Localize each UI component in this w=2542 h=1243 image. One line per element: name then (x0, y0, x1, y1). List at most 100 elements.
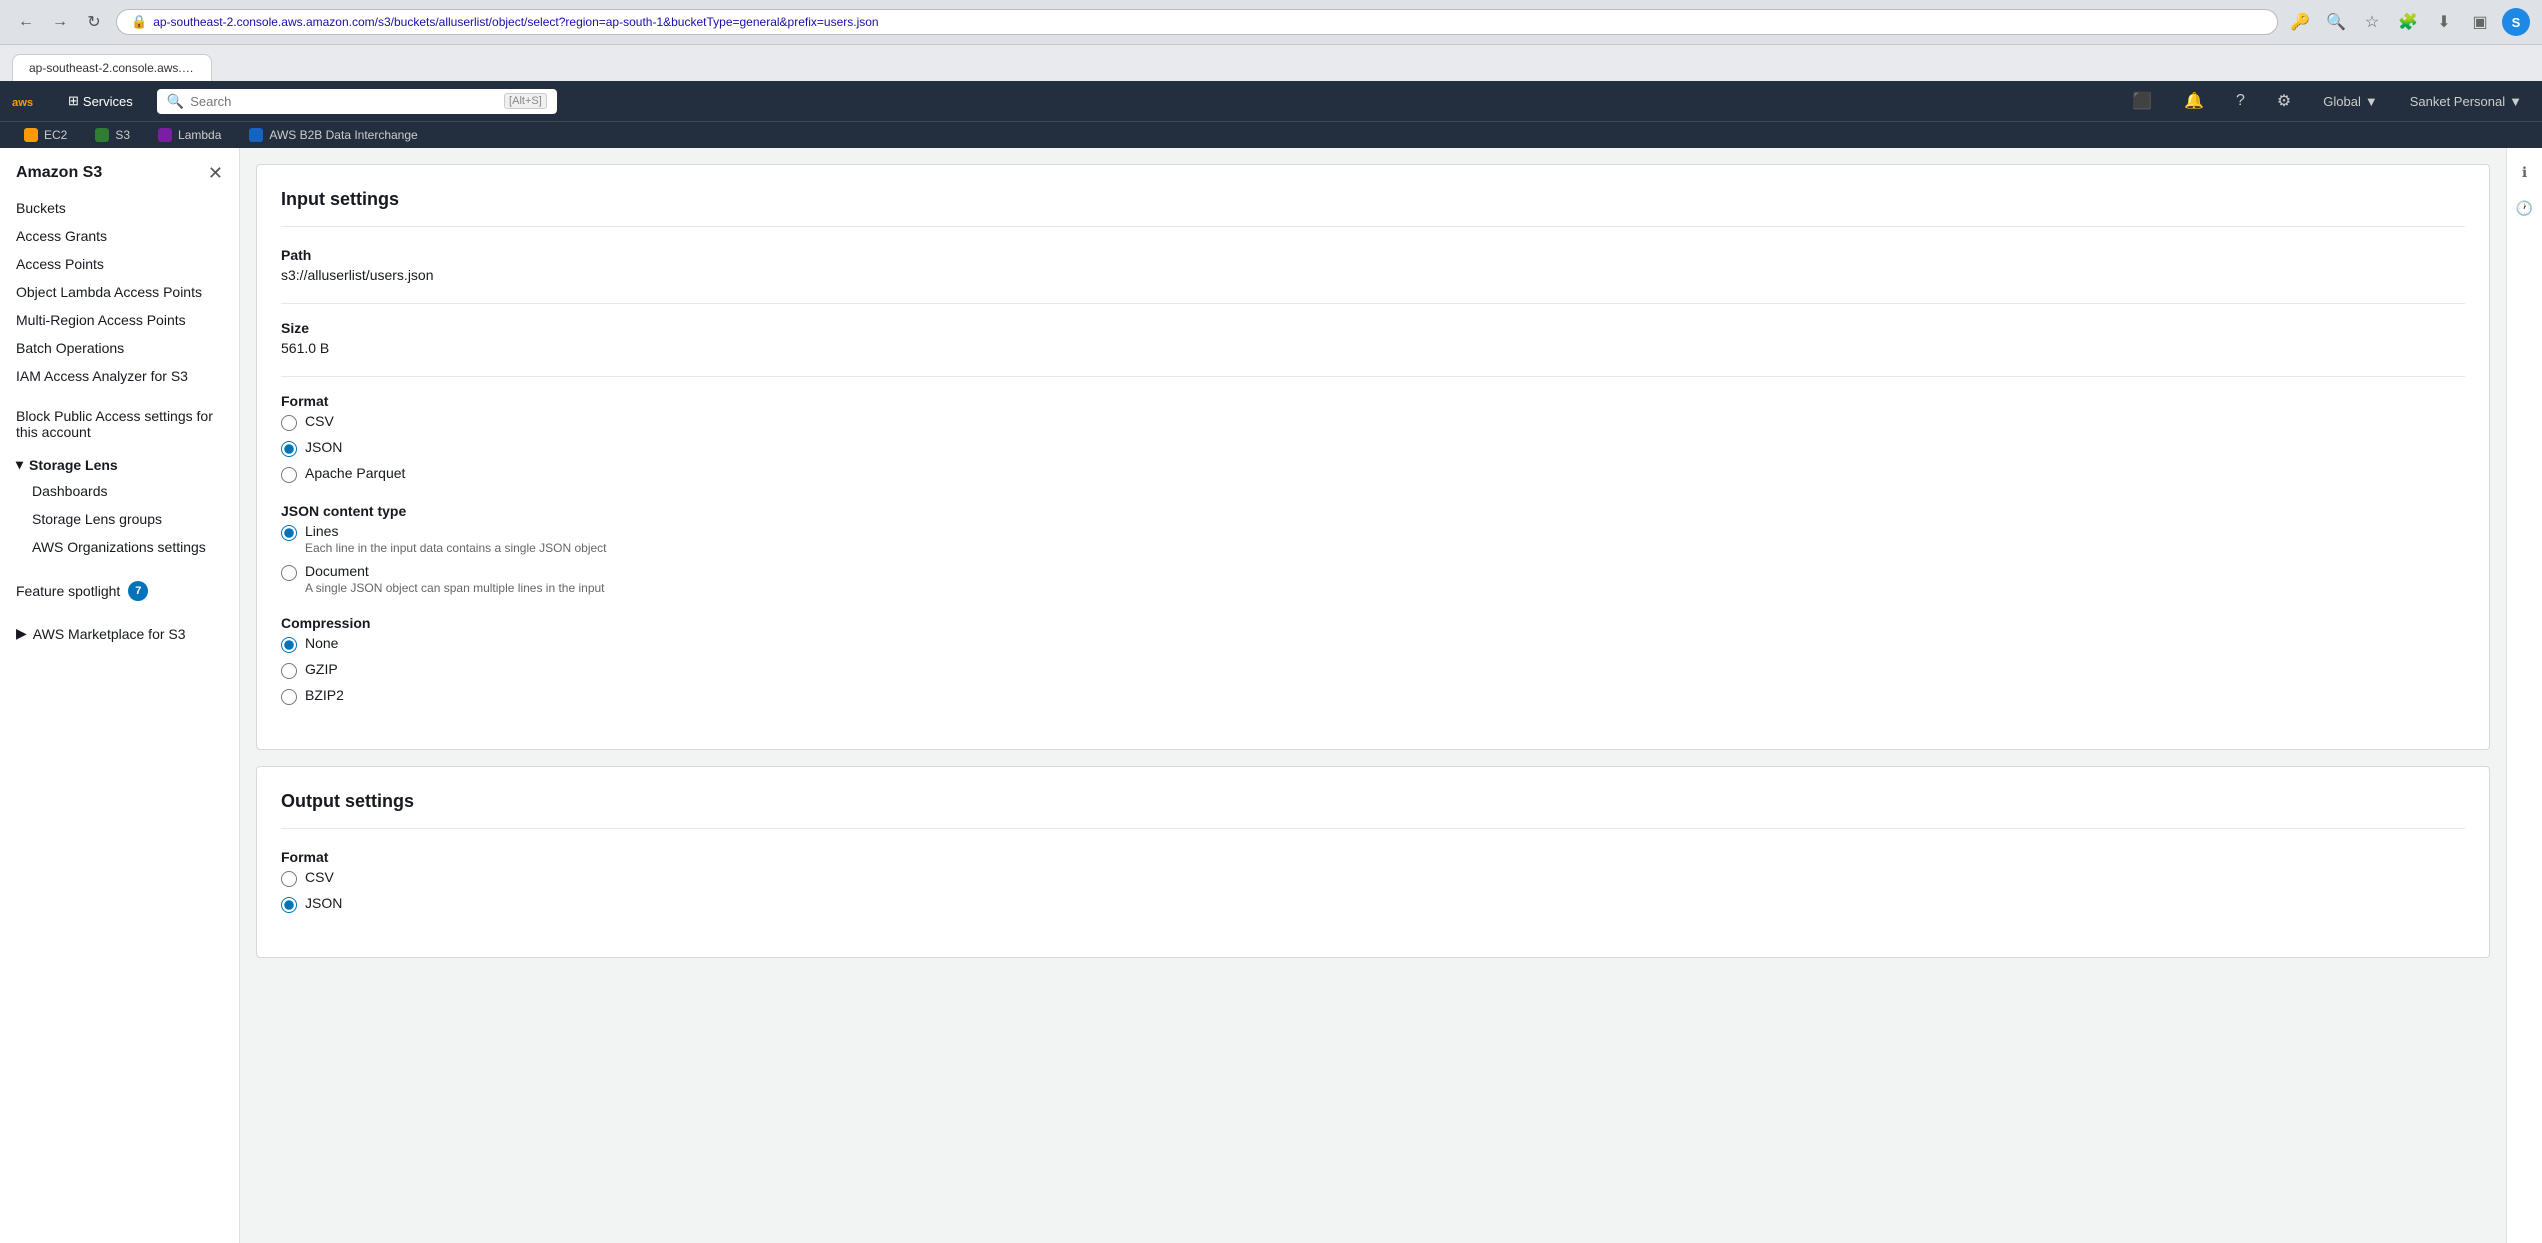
service-tab-ec2[interactable]: EC2 (12, 122, 79, 148)
url-bar[interactable]: 🔒 ap-southeast-2.console.aws.amazon.com/… (116, 9, 2278, 35)
extensions-icon[interactable]: 🧩 (2394, 8, 2422, 36)
json-content-type-label: JSON content type (281, 503, 2465, 519)
ec2-badge (24, 128, 38, 142)
zoom-icon[interactable]: 🔍 (2322, 8, 2350, 36)
sidebar-item-access-grants[interactable]: Access Grants (0, 222, 239, 250)
compression-none-option[interactable]: None (281, 635, 2465, 653)
region-label: Global (2323, 94, 2361, 109)
buckets-label: Buckets (16, 200, 66, 216)
format-json-option[interactable]: JSON (281, 439, 2465, 457)
notifications-icon[interactable]: 🔔 (2176, 87, 2212, 115)
sidebar-item-aws-org-settings[interactable]: AWS Organizations settings (0, 533, 239, 561)
sidebar-title: Amazon S3 (16, 164, 102, 182)
service-tabs-bar: EC2 S3 Lambda AWS B2B Data Interchange (0, 121, 2542, 148)
aws-marketplace-chevron: ▶ (16, 625, 27, 642)
compression-bzip2-option[interactable]: BZIP2 (281, 687, 2465, 705)
json-lines-label: Lines (305, 523, 607, 539)
url-text: ap-southeast-2.console.aws.amazon.com/s3… (153, 15, 2263, 29)
sidebar: Amazon S3 ✕ Buckets Access Grants Access… (0, 148, 240, 1243)
aws-logo: aws (12, 91, 44, 111)
search-shortcut: [Alt+S] (504, 93, 547, 109)
search-icon: 🔍 (167, 93, 184, 110)
output-json-option[interactable]: JSON (281, 895, 2465, 913)
json-lines-desc: Each line in the input data contains a s… (305, 541, 607, 555)
compression-bzip2-label: BZIP2 (305, 687, 344, 703)
access-grants-label: Access Grants (16, 228, 107, 244)
size-value: 561.0 B (281, 340, 2465, 356)
region-selector[interactable]: Global ▼ (2315, 90, 2385, 113)
refresh-button[interactable]: ↻ (80, 8, 108, 36)
format-csv-radio[interactable] (281, 415, 297, 431)
settings-icon[interactable]: ⚙ (2269, 87, 2299, 115)
search-bar[interactable]: 🔍 [Alt+S] (157, 89, 557, 114)
help-icon[interactable]: ? (2228, 88, 2253, 114)
sidebar-item-multi-region[interactable]: Multi-Region Access Points (0, 306, 239, 334)
compression-radio-group: None GZIP BZIP2 (281, 635, 2465, 705)
aws-top-nav: aws ⊞ Services 🔍 [Alt+S] ⬛ 🔔 ? ⚙ Global … (0, 81, 2542, 121)
sidebar-item-dashboards[interactable]: Dashboards (0, 477, 239, 505)
download-icon[interactable]: ⬇ (2430, 8, 2458, 36)
right-panel-icon-2[interactable]: 🕐 (2513, 196, 2537, 220)
output-csv-radio[interactable] (281, 871, 297, 887)
active-browser-tab[interactable]: ap-southeast-2.console.aws.amazon.co... (12, 54, 212, 81)
storage-lens-label: Storage Lens (29, 457, 118, 473)
compression-none-radio[interactable] (281, 637, 297, 653)
json-document-text: Document A single JSON object can span m… (305, 563, 605, 595)
compression-bzip2-radio[interactable] (281, 689, 297, 705)
compression-label: Compression (281, 615, 2465, 631)
json-document-radio[interactable] (281, 565, 297, 581)
output-csv-option[interactable]: CSV (281, 869, 2465, 887)
b2b-label: AWS B2B Data Interchange (269, 128, 417, 142)
cloudshell-icon[interactable]: ⬛ (2124, 87, 2160, 115)
format-field-group: Format CSV JSON Apache Parquet (281, 393, 2465, 483)
feature-spotlight[interactable]: Feature spotlight 7 (0, 573, 239, 609)
size-label: Size (281, 320, 2465, 336)
sidebar-item-block-public[interactable]: Block Public Access settings for this ac… (0, 402, 239, 446)
bookmark-icon[interactable]: ☆ (2358, 8, 2386, 36)
compression-none-label: None (305, 635, 338, 651)
json-lines-radio[interactable] (281, 525, 297, 541)
format-json-radio[interactable] (281, 441, 297, 457)
compression-gzip-option[interactable]: GZIP (281, 661, 2465, 679)
password-icon[interactable]: 🔑 (2286, 8, 2314, 36)
forward-button[interactable]: → (46, 8, 74, 36)
aws-logo-svg: aws (12, 91, 44, 111)
services-menu-button[interactable]: ⊞ Services (60, 89, 141, 113)
b2b-badge (249, 128, 263, 142)
lambda-label: Lambda (178, 128, 221, 142)
sidebar-item-access-points[interactable]: Access Points (0, 250, 239, 278)
search-input[interactable] (190, 94, 498, 109)
json-content-type-radio-group: Lines Each line in the input data contai… (281, 523, 2465, 595)
json-document-desc: A single JSON object can span multiple l… (305, 581, 605, 595)
json-document-option[interactable]: Document A single JSON object can span m… (281, 563, 2465, 595)
sidebar-item-iam-analyzer[interactable]: IAM Access Analyzer for S3 (0, 362, 239, 390)
service-tab-lambda[interactable]: Lambda (146, 122, 233, 148)
sidebar-item-batch-ops[interactable]: Batch Operations (0, 334, 239, 362)
sidebar-toggle-icon[interactable]: ▣ (2466, 8, 2494, 36)
format-csv-option[interactable]: CSV (281, 413, 2465, 431)
output-json-radio[interactable] (281, 897, 297, 913)
dashboards-label: Dashboards (32, 483, 108, 499)
storage-lens-chevron: ▾ (16, 456, 23, 473)
compression-field-group: Compression None GZIP BZIP2 (281, 615, 2465, 705)
format-parquet-radio[interactable] (281, 467, 297, 483)
sidebar-item-storage-lens-groups[interactable]: Storage Lens groups (0, 505, 239, 533)
right-panel-icon-1[interactable]: ℹ (2513, 160, 2537, 184)
sidebar-item-object-lambda[interactable]: Object Lambda Access Points (0, 278, 239, 306)
service-tab-b2b[interactable]: AWS B2B Data Interchange (237, 122, 429, 148)
sidebar-close-button[interactable]: ✕ (208, 164, 223, 182)
back-button[interactable]: ← (12, 8, 40, 36)
lambda-badge (158, 128, 172, 142)
json-lines-option[interactable]: Lines Each line in the input data contai… (281, 523, 2465, 555)
output-settings-card: Output settings Format CSV JSON (256, 766, 2490, 958)
format-parquet-option[interactable]: Apache Parquet (281, 465, 2465, 483)
chrome-user-avatar[interactable]: S (2502, 8, 2530, 36)
service-tab-s3[interactable]: S3 (83, 122, 142, 148)
sidebar-item-aws-marketplace[interactable]: ▶ AWS Marketplace for S3 (0, 617, 239, 650)
feature-spotlight-label: Feature spotlight (16, 583, 120, 599)
compression-gzip-radio[interactable] (281, 663, 297, 679)
json-content-type-field-group: JSON content type Lines Each line in the… (281, 503, 2465, 595)
sidebar-item-buckets[interactable]: Buckets (0, 194, 239, 222)
user-menu-button[interactable]: Sanket Personal ▼ (2402, 90, 2530, 113)
sidebar-section-storage-lens[interactable]: ▾ Storage Lens (0, 446, 239, 477)
